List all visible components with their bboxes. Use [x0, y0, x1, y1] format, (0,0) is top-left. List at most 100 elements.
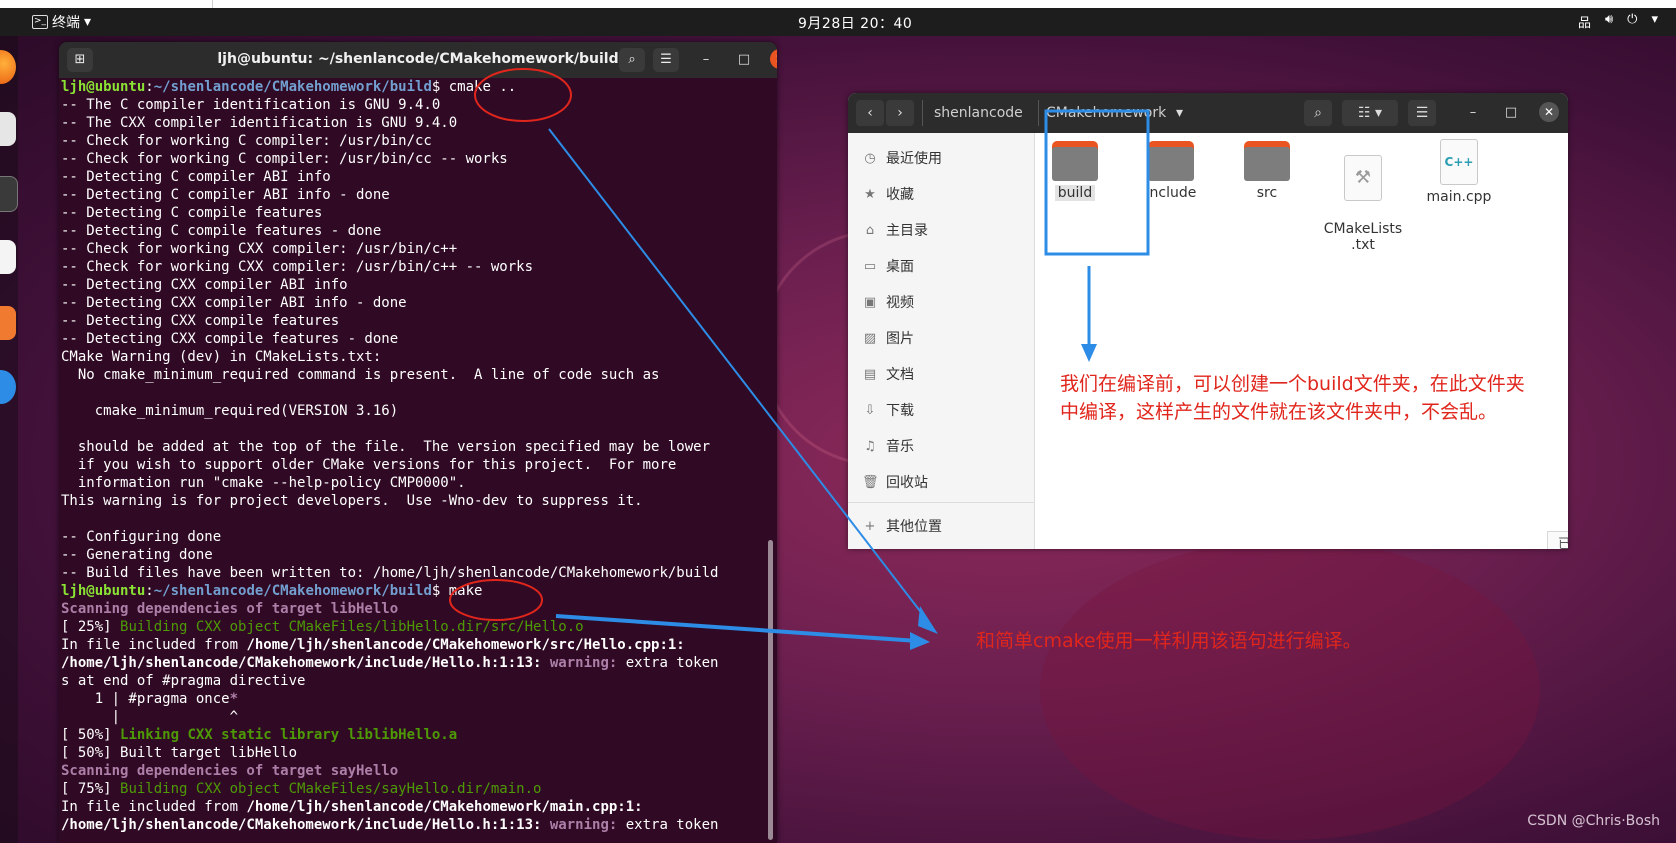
sidebar-item-other-locations[interactable]: + 其他位置 — [862, 516, 942, 536]
minimize-button[interactable]: – — [1464, 104, 1482, 122]
sidebar-item-label: 图片 — [886, 331, 914, 347]
chevron-down-icon: ▾ — [84, 14, 92, 30]
terminal-line: /home/ljh/shenlancode/CMakehomework/incl… — [61, 816, 761, 834]
file-manager-window[interactable]: ‹ › shenlancode CMakehomework ▾ ⌕ ☷ ▾ ☰ … — [848, 93, 1568, 549]
terminal-line: [ 50%] Linking CXX static library liblib… — [61, 726, 761, 744]
terminal-segment: Building CXX object CMakeFiles/libHello.… — [120, 619, 584, 635]
terminal-segment: 1 | #pragma once — [61, 691, 230, 707]
terminal-line: -- Detecting C compiler ABI info — [61, 168, 761, 186]
system-tray[interactable]: 品 🔊︎ ⏻ ▾ — [1578, 12, 1658, 31]
file-grid[interactable]: build include src ⚒ CMakeLists .txt C++ … — [1035, 133, 1568, 549]
sidebar-item-label: 桌面 — [886, 259, 914, 275]
file-item-build[interactable]: build — [1035, 141, 1115, 201]
sidebar-item-home[interactable]: ⌂ 主目录 — [862, 220, 928, 240]
terminal-segment: /home/ljh/shenlancode/CMakehomework/incl… — [61, 817, 542, 833]
terminal-segment: -- Detecting C compile features - done — [61, 223, 382, 239]
maximize-button[interactable]: □ — [1502, 104, 1520, 122]
forward-button[interactable]: › — [886, 100, 914, 126]
file-item-include[interactable]: include — [1131, 141, 1211, 201]
terminal-line: Scanning dependencies of target sayHello — [61, 762, 761, 780]
sidebar-item-music[interactable]: ♫ 音乐 — [862, 436, 914, 456]
maximize-button[interactable]: □ — [735, 51, 753, 69]
volume-icon[interactable]: 🔊︎ — [1605, 12, 1613, 31]
help-icon[interactable] — [0, 370, 16, 404]
file-manager-headerbar[interactable]: ‹ › shenlancode CMakehomework ▾ ⌕ ☷ ▾ ☰ … — [848, 93, 1568, 133]
terminal-segment: -- Generating done — [61, 547, 213, 563]
chevron-down-icon[interactable]: ▾ — [1176, 100, 1183, 126]
terminal-output[interactable]: ljh@ubuntu:~/shenlancode/CMakehomework/b… — [61, 78, 761, 843]
terminal-segment: -- Detecting CXX compiler ABI info - don… — [61, 295, 407, 311]
file-item-src[interactable]: src — [1227, 141, 1307, 201]
terminal-segment: Linking CXX static library liblibHello.a — [120, 727, 458, 743]
terminal-text: ljh@ubuntu:~/shenlancode/CMakehomework/b… — [61, 78, 761, 834]
sidebar-item-starred[interactable]: ★ 收藏 — [862, 184, 914, 204]
terminal-line: -- Detecting CXX compile features — [61, 312, 761, 330]
terminal-segment: * — [229, 691, 239, 707]
sidebar-item-desktop[interactable]: ▭ 桌面 — [862, 256, 914, 276]
download-icon: ⇩ — [864, 402, 876, 418]
file-name: main.cpp — [1426, 189, 1492, 205]
terminal-line: -- Detecting C compiler ABI info - done — [61, 186, 761, 204]
file-item-main-cpp[interactable]: C++ main.cpp — [1419, 139, 1499, 205]
sidebar-item-downloads[interactable]: ⇩ 下载 — [862, 400, 914, 420]
terminal-line: ljh@ubuntu:~/shenlancode/CMakehomework/b… — [61, 78, 761, 96]
terminal-segment: s at end of #pragma directive — [61, 673, 306, 689]
image-icon: ▨ — [863, 330, 877, 346]
scrollbar[interactable] — [768, 540, 773, 840]
terminal-line: cmake_minimum_required(VERSION 3.16) — [61, 402, 761, 420]
files-icon[interactable] — [0, 112, 16, 146]
search-button[interactable]: ⌕ — [619, 48, 645, 72]
terminal-line: In file included from /home/ljh/shenlanc… — [61, 798, 761, 816]
view-toggle-button[interactable]: ☷ ▾ — [1342, 100, 1398, 126]
plus-icon: + — [864, 518, 876, 534]
terminal-segment: information run "cmake --help-policy CMP… — [61, 475, 466, 491]
sidebar-item-label: 回收站 — [886, 475, 928, 491]
annotation-note-make: 和简单cmake使用一样利用该语句进行编译。 — [976, 630, 1362, 652]
terminal-window[interactable]: ⊞ ljh@ubuntu: ~/shenlancode/CMakehomewor… — [59, 42, 777, 843]
close-button[interactable]: ✕ — [1539, 102, 1559, 122]
watermark: CSDN @Chris·Bosh — [1527, 813, 1660, 829]
sidebar-item-videos[interactable]: ▣ 视频 — [862, 292, 914, 312]
menu-button[interactable]: ☰ — [1408, 100, 1436, 126]
writer-icon[interactable] — [0, 240, 16, 274]
terminal-dock-icon[interactable] — [0, 176, 18, 212]
breadcrumb-parent[interactable]: shenlancode — [934, 100, 1023, 126]
file-name: src — [1256, 185, 1278, 201]
menu-button[interactable]: ☰ — [653, 48, 679, 72]
search-icon[interactable]: ⌕ — [1304, 100, 1332, 126]
sidebar-item-trash[interactable]: 🗑︎ 回收站 — [862, 472, 928, 492]
terminal-titlebar[interactable]: ⊞ ljh@ubuntu: ~/shenlancode/CMakehomewor… — [59, 42, 777, 78]
chevron-down-icon[interactable]: ▾ — [1651, 12, 1658, 31]
terminal-segment: warning: — [541, 655, 618, 671]
file-item-cmakelists[interactable]: ⚒ CMakeLists .txt — [1323, 139, 1403, 253]
sidebar-item-label: 视频 — [886, 295, 914, 311]
sidebar-item-recent[interactable]: ◷ 最近使用 — [862, 148, 942, 168]
terminal-line: should be added at the top of the file. … — [61, 438, 761, 456]
sidebar-item-pictures[interactable]: ▨ 图片 — [862, 328, 914, 348]
file-name: CMakeLists .txt — [1323, 221, 1403, 253]
breadcrumb-current[interactable]: CMakehomework — [1046, 100, 1166, 126]
power-icon[interactable]: ⏻ — [1627, 12, 1637, 31]
app-menu[interactable]: >_ 终端 ▾ — [32, 12, 91, 32]
terminal-line: CMake Warning (dev) in CMakeLists.txt: — [61, 348, 761, 366]
sidebar-item-label: 文档 — [886, 367, 914, 383]
clock-icon: ◷ — [864, 150, 876, 166]
terminal-line: -- Check for working CXX compiler: /usr/… — [61, 258, 761, 276]
top-strip — [0, 0, 1676, 8]
terminal-segment: -- The CXX compiler identification is GN… — [61, 115, 458, 131]
wrench-icon: ⚒ — [1344, 155, 1382, 201]
terminal-line: -- Check for working C compiler: /usr/bi… — [61, 132, 761, 150]
clock[interactable]: 9月28日 20：40 — [798, 13, 912, 33]
minimize-button[interactable]: – — [697, 51, 715, 69]
network-icon[interactable]: 品 — [1578, 12, 1591, 31]
sidebar-item-documents[interactable]: ▤ 文档 — [862, 364, 914, 384]
terminal-line: information run "cmake --help-policy CMP… — [61, 474, 761, 492]
firefox-icon[interactable] — [0, 50, 16, 84]
video-icon: ▣ — [863, 294, 877, 310]
terminal-segment: No cmake_minimum_required command is pre… — [61, 367, 660, 383]
terminal-line: s at end of #pragma directive — [61, 672, 761, 690]
terminal-segment: if you wish to support older CMake versi… — [61, 457, 677, 473]
terminal-segment: : — [145, 79, 154, 95]
back-button[interactable]: ‹ — [856, 100, 884, 126]
software-icon[interactable] — [0, 306, 16, 340]
